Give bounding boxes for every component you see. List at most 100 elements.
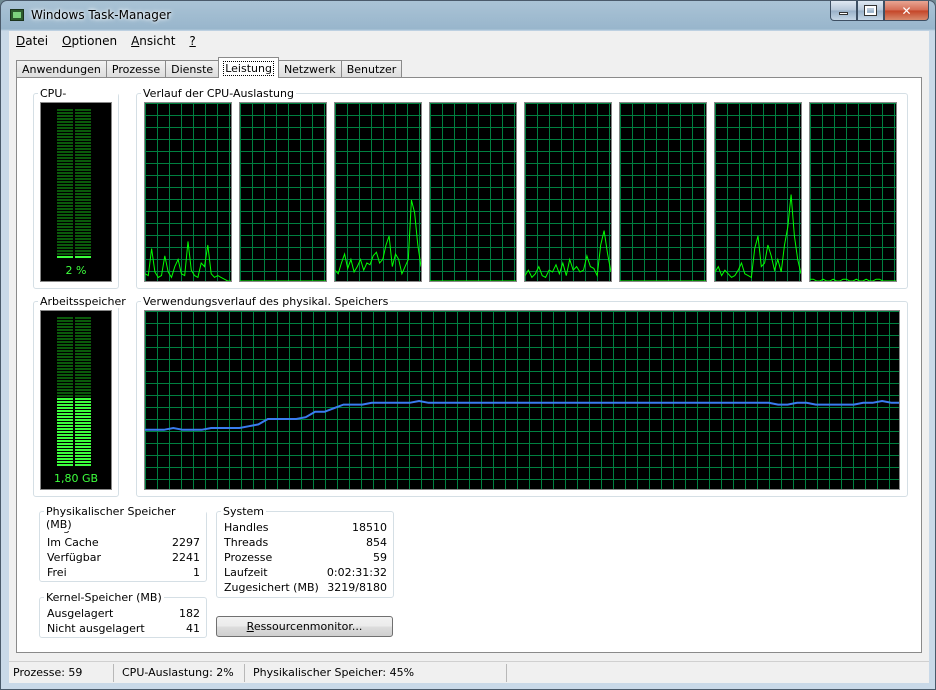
cpu-meter-segment	[75, 169, 91, 171]
cpu-meter-segment	[75, 196, 91, 198]
cpu-meter-segment	[75, 211, 91, 213]
cpu-core-line	[715, 194, 801, 279]
memory-meter-segment	[75, 455, 91, 457]
cpu-meter-segment	[75, 235, 91, 237]
memory-meter-segment	[57, 338, 73, 340]
maximize-button[interactable]	[857, 1, 884, 21]
memory-meter-segment	[57, 461, 73, 463]
memory-meter-segment	[57, 365, 73, 367]
cpu-meter-segment	[75, 202, 91, 204]
memory-meter-segment	[57, 341, 73, 343]
stat-row: Threads 854	[224, 536, 387, 549]
cpu-meter-segment	[75, 121, 91, 123]
cpu-meter-segment	[75, 247, 91, 249]
memory-meter-segment	[75, 341, 91, 343]
maximize-icon	[864, 5, 877, 16]
memory-meter-segment	[75, 368, 91, 370]
memory-meter-segment	[57, 320, 73, 322]
cpu-meter-segment	[57, 241, 73, 243]
memory-meter-segment	[57, 371, 73, 373]
status-bar: Prozesse: 59 CPU-Auslastung: 2% Physikal…	[9, 661, 929, 683]
tab-anwendungen[interactable]: Anwendungen	[16, 60, 107, 78]
cpu-meter-segment	[57, 175, 73, 177]
menu-ansicht[interactable]: Ansicht	[124, 34, 182, 48]
memory-meter-segment	[57, 392, 73, 394]
memory-meter-segment	[57, 452, 73, 454]
menu-bar: Datei Optionen Ansicht ?	[9, 31, 929, 51]
memory-meter-segment	[75, 410, 91, 412]
cpu-meter-segment	[57, 247, 73, 249]
cpu-meter-segment	[75, 238, 91, 240]
memory-meter-segment	[57, 353, 73, 355]
memory-meter-segment	[57, 395, 73, 397]
cpu-meter-segment	[57, 178, 73, 180]
memory-meter-segment	[75, 458, 91, 460]
cpu-meter-segment	[75, 193, 91, 195]
memory-meter-segment	[57, 386, 73, 388]
memory-meter-segment	[75, 416, 91, 418]
memory-meter-segment	[57, 431, 73, 433]
memory-title: Arbeitsspeicher	[38, 295, 128, 308]
cpu-core-line	[145, 241, 231, 281]
stat-row: Verfügbar 2241	[47, 551, 200, 564]
memory-meter-segment	[75, 323, 91, 325]
memory-meter-segment	[57, 455, 73, 457]
menu-help[interactable]: ?	[182, 34, 202, 48]
resource-monitor-button[interactable]: Ressourcenmonitor...	[216, 616, 393, 637]
memory-meter-segment	[57, 437, 73, 439]
memory-meter-segment	[75, 446, 91, 448]
cpu-core-line	[810, 278, 896, 281]
window-title: Windows Task-Manager	[31, 8, 172, 22]
cpu-meter-segment	[75, 118, 91, 120]
memory-meter-segment	[57, 317, 73, 319]
cpu-meter-segment	[75, 181, 91, 183]
memory-meter-segment	[57, 422, 73, 424]
memory-meter-segment	[75, 440, 91, 442]
close-button[interactable]: ✕	[884, 1, 929, 21]
system-group: System Handles 18510 Threads 854 Prozesse 5…	[216, 505, 394, 598]
cpu-meter-segment	[57, 139, 73, 141]
cpu-core-graph	[524, 102, 612, 282]
memory-meter-segment	[75, 422, 91, 424]
cpu-meter-bars	[57, 109, 91, 258]
tab-dienste[interactable]: Dienste	[165, 60, 220, 78]
memory-meter-segment	[57, 440, 73, 442]
title-bar[interactable]: Windows Task-Manager ✕	[1, 1, 935, 29]
memory-meter-segment	[57, 419, 73, 421]
memory-meter-segment	[75, 407, 91, 409]
memory-meter-segment	[57, 410, 73, 412]
cpu-meter-segment	[57, 202, 73, 204]
memory-meter-segment	[57, 449, 73, 451]
menu-datei[interactable]: Datei	[9, 34, 55, 48]
stat-row: Prozesse 59	[224, 551, 387, 564]
cpu-meter-segment	[75, 226, 91, 228]
cpu-meter-segment	[57, 250, 73, 252]
memory-meter-segment	[57, 458, 73, 460]
status-cpu-usage: CPU-Auslastung: 2%	[114, 663, 245, 682]
kernel-memory-title: Kernel-Speicher (MB)	[44, 591, 164, 604]
memory-meter-segment	[75, 332, 91, 334]
memory-meter-segment	[75, 320, 91, 322]
minimize-button[interactable]	[830, 1, 857, 21]
memory-meter-segment	[75, 359, 91, 361]
cpu-meter-segment	[75, 148, 91, 150]
memory-meter-bars	[57, 317, 91, 466]
menu-optionen[interactable]: Optionen	[55, 34, 124, 48]
tab-netzwerk[interactable]: Netzwerk	[277, 60, 342, 78]
memory-history-title: Verwendungsverlauf des physikal. Speiche…	[141, 295, 391, 308]
memory-meter-segment	[57, 383, 73, 385]
cpu-meter-segment	[57, 187, 73, 189]
tab-leistung[interactable]: Leistung	[218, 57, 279, 78]
cpu-meter-segment	[57, 136, 73, 138]
task-manager-icon	[10, 9, 24, 21]
cpu-meter-segment	[57, 208, 73, 210]
cpu-meter-segment	[75, 229, 91, 231]
memory-meter-segment	[57, 404, 73, 406]
cpu-meter-segment	[75, 244, 91, 246]
memory-meter-segment	[75, 437, 91, 439]
stat-row: Zugesichert (MB) 3219/8180	[224, 581, 387, 594]
memory-meter-segment	[75, 419, 91, 421]
cpu-core-graph	[429, 102, 517, 282]
tab-prozesse[interactable]: Prozesse	[105, 60, 167, 78]
tab-benutzer[interactable]: Benutzer	[340, 60, 403, 78]
